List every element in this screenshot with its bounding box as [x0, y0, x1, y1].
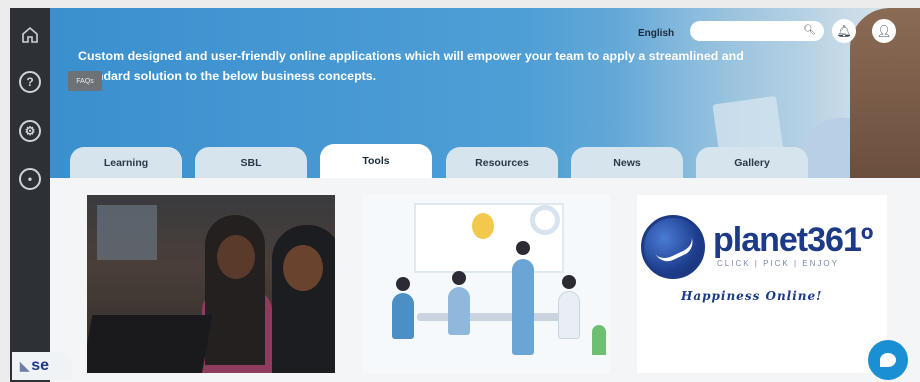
- brand-number: 361º: [807, 221, 873, 259]
- company-logo[interactable]: ◣ se: [12, 352, 72, 380]
- person-illustration: [392, 293, 414, 339]
- settings-icon[interactable]: ⚙: [19, 120, 41, 142]
- sidebar: ? ⚙ •: [10, 8, 50, 382]
- planet-tagline: CLICK | PICK | ENJOY: [717, 259, 839, 268]
- person-illustration-head: [396, 277, 410, 291]
- faq-tooltip: FAQs: [68, 71, 102, 91]
- gear-icon: [530, 205, 560, 235]
- brand-word: planet: [713, 221, 808, 259]
- tool-card-planet361[interactable]: planet361º CLICK | PICK | ENJOY Happines…: [637, 195, 887, 373]
- user-avatar-icon[interactable]: 👤︎: [872, 19, 896, 43]
- tab-news[interactable]: News: [571, 147, 683, 178]
- chat-bubble-icon: [880, 353, 896, 367]
- company-logo-text: se: [31, 357, 50, 374]
- planet-brand-name: planet361º: [713, 221, 873, 259]
- tab-learning[interactable]: Learning: [70, 147, 182, 178]
- tab-resources[interactable]: Resources: [446, 147, 558, 178]
- lightbulb-icon: [472, 213, 494, 239]
- table-illustration: [417, 313, 567, 321]
- plant-illustration: [592, 325, 606, 355]
- app: ? ⚙ • FAQs Custom designed and user-frie…: [0, 0, 920, 382]
- person-illustration-head: [516, 241, 530, 255]
- tab-gallery[interactable]: Gallery: [696, 147, 808, 178]
- person-illustration: [512, 259, 534, 355]
- laptop-image: [87, 315, 213, 373]
- globe-swoosh: [654, 236, 698, 266]
- hero-headline: Custom designed and user-friendly online…: [78, 49, 744, 83]
- person-illustration: [448, 287, 470, 335]
- background-window: [97, 205, 157, 260]
- search-input[interactable]: 🔍︎: [690, 21, 824, 41]
- tool-card-learning-photo[interactable]: [87, 195, 335, 373]
- tool-card-teamwork-illustration[interactable]: [362, 195, 610, 373]
- person-man-face: [283, 245, 323, 291]
- home-icon[interactable]: [19, 24, 41, 46]
- chat-button[interactable]: [868, 340, 908, 380]
- language-selector[interactable]: English: [638, 28, 674, 39]
- logo-mark-icon: ◣: [20, 359, 30, 373]
- tab-sbl[interactable]: SBL: [195, 147, 307, 178]
- person-illustration: [558, 291, 580, 339]
- planet-slogan: Happiness Online!: [681, 289, 823, 303]
- tab-tools[interactable]: Tools: [320, 144, 432, 178]
- person-illustration-head: [452, 271, 466, 285]
- info-icon[interactable]: •: [19, 168, 41, 190]
- help-icon[interactable]: ?: [19, 71, 41, 93]
- home-icon-svg: [22, 26, 38, 43]
- person-woman-face: [217, 235, 255, 279]
- person-illustration-head: [562, 275, 576, 289]
- planet-globe-logo: [641, 215, 705, 279]
- notification-bell-icon[interactable]: 🔔︎: [832, 19, 856, 43]
- search-icon[interactable]: 🔍︎: [803, 25, 816, 36]
